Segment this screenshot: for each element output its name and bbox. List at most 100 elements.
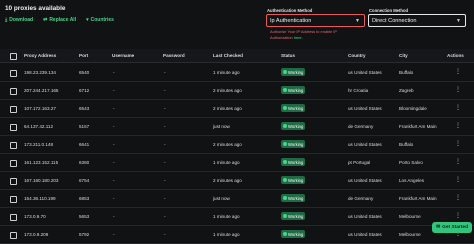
replace-all-button[interactable]: ⇄ Replace All: [43, 17, 76, 23]
proxy-address-cell: 198.23.239.134: [24, 70, 56, 75]
kebab-icon[interactable]: ⋮: [455, 159, 461, 165]
username-cell: -: [113, 178, 115, 183]
username-cell: -: [113, 106, 115, 111]
download-button[interactable]: ⤓ Download: [5, 17, 33, 23]
status-badge: Working: [281, 158, 306, 166]
country-cell: us United States: [348, 232, 382, 237]
username-cell: -: [113, 160, 115, 165]
port-cell: 6641: [79, 142, 90, 147]
table-row[interactable]: 173.0.9.209 5792 - - 1 minute ago us United S…: [0, 226, 474, 244]
city-cell: Melbourne: [399, 232, 421, 237]
col-proxy-address[interactable]: Proxy Address: [24, 53, 56, 58]
row-checkbox[interactable]: [10, 178, 17, 185]
col-status[interactable]: Status: [281, 53, 295, 58]
connection-method-select[interactable]: Direct Connection ▼: [368, 14, 466, 27]
col-port[interactable]: Port: [79, 53, 88, 58]
proxy-address-cell: 107.172.163.27: [24, 106, 56, 111]
status-label: Working: [288, 177, 304, 183]
status-badge: Working: [281, 140, 306, 148]
password-cell: -: [164, 106, 166, 111]
col-city[interactable]: City: [399, 53, 408, 58]
table-row[interactable]: 198.23.239.134 6540 - - 1 minute ago us Unite…: [0, 64, 474, 82]
status-dot-icon: [283, 178, 287, 182]
table-row[interactable]: 167.160.180.203 6754 - - 2 minutes ago us Uni…: [0, 172, 474, 190]
password-cell: -: [164, 88, 166, 93]
kebab-icon[interactable]: ⋮: [455, 213, 461, 219]
last-checked-cell: 2 minutes ago: [213, 178, 242, 183]
password-cell: -: [164, 160, 166, 165]
status-dot-icon: [283, 106, 287, 110]
auth-warning-line2: Authorization: [270, 35, 293, 40]
password-cell: -: [164, 142, 166, 147]
row-checkbox[interactable]: [10, 106, 17, 113]
chevron-down-icon: ▼: [355, 18, 360, 24]
last-checked-cell: 1 minute ago: [213, 232, 240, 237]
kebab-icon[interactable]: ⋮: [455, 141, 461, 147]
proxy-address-cell: 173.211.0.148: [24, 142, 54, 147]
username-cell: -: [113, 196, 115, 201]
country-cell: us United States: [348, 70, 382, 75]
col-country[interactable]: Country: [348, 53, 366, 58]
kebab-icon[interactable]: ⋮: [455, 105, 461, 111]
status-label: Working: [288, 159, 304, 165]
last-checked-cell: just now: [213, 196, 230, 201]
country-cell: de Germany: [348, 124, 374, 129]
status-label: Working: [288, 87, 304, 93]
auth-method-select[interactable]: Ip Authentication ▼: [266, 14, 365, 27]
status-dot-icon: [283, 124, 287, 128]
kebab-icon[interactable]: ⋮: [455, 195, 461, 201]
port-cell: 5157: [79, 124, 90, 129]
status-dot-icon: [283, 232, 287, 236]
status-dot-icon: [283, 70, 287, 74]
country-cell: us United States: [348, 142, 382, 147]
countries-button[interactable]: ▾ Countries: [86, 17, 114, 23]
proxy-address-cell: 167.160.180.203: [24, 178, 59, 183]
replace-icon: ⇄: [43, 17, 48, 23]
col-last-checked[interactable]: Last Checked: [213, 53, 243, 58]
status-dot-icon: [283, 88, 287, 92]
kebab-icon[interactable]: ⋮: [455, 123, 461, 129]
connection-method-value: Direct Connection: [372, 17, 417, 24]
row-checkbox[interactable]: [10, 214, 17, 221]
table-row[interactable]: 154.36.110.199 6853 - - just now de Germany Fr…: [0, 190, 474, 208]
row-checkbox[interactable]: [10, 124, 17, 131]
auth-warning: Authorise Your IP Address to enable IP A…: [270, 29, 370, 41]
city-cell: Frankfurt Am Main: [399, 196, 437, 201]
row-checkbox[interactable]: [10, 142, 17, 149]
kebab-icon[interactable]: ⋮: [455, 87, 461, 93]
status-dot-icon: [283, 142, 287, 146]
row-checkbox[interactable]: [10, 232, 17, 239]
table-header: Proxy Address Port Username Password Las…: [0, 49, 474, 63]
status-dot-icon: [283, 214, 287, 218]
col-username[interactable]: Username: [112, 53, 134, 58]
country-cell: pt Portugal: [348, 160, 371, 165]
get-started-button[interactable]: ✉ Get Started: [432, 222, 472, 233]
row-checkbox[interactable]: [10, 196, 17, 203]
username-cell: -: [113, 88, 115, 93]
port-cell: 5653: [79, 214, 90, 219]
col-password[interactable]: Password: [163, 53, 185, 58]
last-checked-cell: 2 minutes ago: [213, 106, 242, 111]
proxy-address-cell: 207.244.217.165: [24, 88, 59, 93]
table-row[interactable]: 64.137.42.112 5157 - - just now de Germany Fra…: [0, 118, 474, 136]
table-row[interactable]: 173.211.0.148 6641 - - 2 minutes ago us Unite…: [0, 136, 474, 154]
password-cell: -: [164, 214, 166, 219]
password-cell: -: [164, 232, 166, 237]
status-badge: Working: [281, 68, 306, 76]
row-checkbox[interactable]: [10, 160, 17, 167]
row-checkbox[interactable]: [10, 88, 17, 95]
proxy-address-cell: 173.0.9.209: [24, 232, 49, 237]
table-row[interactable]: 107.172.163.27 6543 - - 2 minutes ago us Unit…: [0, 100, 474, 118]
table-row[interactable]: 161.123.152.115 6360 - - 1 minute ago pt Port…: [0, 154, 474, 172]
select-all-checkbox[interactable]: [10, 53, 17, 60]
status-label: Working: [288, 231, 304, 237]
kebab-icon[interactable]: ⋮: [455, 177, 461, 183]
auth-here-link[interactable]: here.: [294, 35, 303, 40]
table-row[interactable]: 173.0.9.70 5653 - - 1 minute ago us United St…: [0, 208, 474, 226]
table-row[interactable]: 207.244.217.165 6712 - - 2 minutes ago hr Cro…: [0, 82, 474, 100]
status-label: Working: [288, 195, 304, 201]
row-checkbox[interactable]: [10, 70, 17, 77]
username-cell: -: [113, 232, 115, 237]
kebab-icon[interactable]: ⋮: [455, 69, 461, 75]
password-cell: -: [164, 196, 166, 201]
